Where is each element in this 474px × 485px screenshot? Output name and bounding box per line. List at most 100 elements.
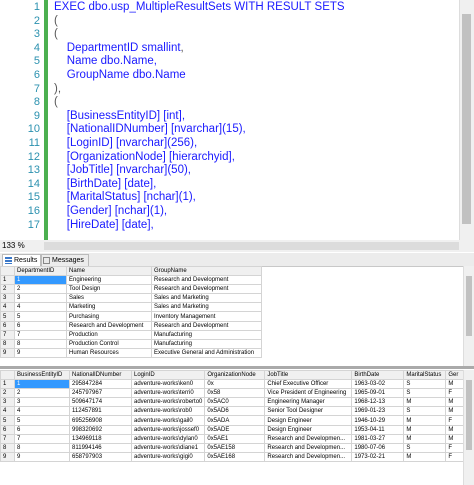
table-cell[interactable]: 9 [14,451,70,462]
table-cell[interactable]: Executive General and Administration [151,347,262,358]
row-number[interactable]: 6 [0,320,15,331]
table-cell[interactable]: 1963-03-02 [351,379,405,390]
table-cell[interactable]: S [403,388,447,399]
code-line[interactable]: [MaritalStatus] [nchar](1), [54,191,196,203]
column-header[interactable] [0,370,15,381]
zoom-level[interactable]: 133 % [2,241,25,250]
row-number[interactable]: 3 [0,293,15,304]
table-cell[interactable]: M [403,451,447,462]
column-header[interactable] [0,266,15,277]
table-cell[interactable]: 7 [14,329,67,340]
table-cell[interactable]: 998320692 [69,424,132,435]
table-cell[interactable]: adventure-works\terri0 [130,388,206,399]
table-cell[interactable]: 1980-07-06 [351,442,405,453]
table-cell[interactable]: 0x5AC0 [204,397,266,408]
code-line[interactable]: DepartmentID smallint, [54,42,184,54]
code-line[interactable]: ( [54,96,58,108]
table-cell[interactable]: 112457891 [69,406,132,417]
table-cell[interactable]: 3 [14,397,70,408]
table-cell[interactable]: 7 [14,433,70,444]
table-cell[interactable]: 0x5AE168 [204,451,266,462]
table-cell[interactable]: S [403,379,447,390]
table-cell[interactable]: 811994146 [69,442,132,453]
table-cell[interactable]: Research and Development [151,275,262,286]
table-cell[interactable]: Manufacturing [151,329,262,340]
table-row[interactable]: 1 1 295847284 adventure-works\ken0 0x Chief E… [0,379,467,390]
grid2-scroll-thumb[interactable] [466,380,472,450]
row-number[interactable]: 6 [0,424,15,435]
code-line[interactable]: [JobTitle] [nvarchar](50), [54,164,191,176]
code-line[interactable]: [LoginID] [nvarchar](256), [54,137,197,149]
table-cell[interactable]: 1981-03-27 [351,433,405,444]
table-cell[interactable]: 134969118 [69,433,132,444]
table-cell[interactable]: 0x5ADA [204,415,266,426]
table-cell[interactable]: 3 [14,293,67,304]
table-cell[interactable]: 9 [14,347,67,358]
table-row[interactable]: 8 8 811994146 adventure-works\diane1 0x5AE15… [0,442,467,453]
table-cell[interactable]: Marketing [66,302,152,313]
table-cell[interactable]: adventure-works\diane1 [130,442,206,453]
table-cell[interactable]: 1946-10-29 [351,415,405,426]
row-number[interactable]: 9 [0,451,15,462]
table-cell[interactable]: 4 [14,406,70,417]
row-number[interactable]: 5 [0,311,15,322]
table-cell[interactable]: Sales and Marketing [151,302,262,313]
table-row[interactable]: 4 4 112457891 adventure-works\rob0 0x5AD6 Sen… [0,406,467,417]
table-cell[interactable]: Research and Developmen... [264,451,353,462]
table-cell[interactable]: 5 [14,415,70,426]
table-row[interactable]: 4 4 Marketing Sales and Marketing [0,302,262,313]
row-number[interactable]: 4 [0,302,15,313]
table-cell[interactable]: 509647174 [69,397,132,408]
table-cell[interactable]: Sales [66,293,152,304]
table-cell[interactable]: adventure-works\gail0 [130,415,206,426]
code-line[interactable]: ), [54,83,61,95]
column-header[interactable]: DepartmentID [14,266,67,277]
grid1-scrollbar[interactable] [463,266,474,366]
result-grid-2[interactable]: BusinessEntityID NationalIDNumber LoginID O… [0,370,474,485]
table-cell[interactable]: 8 [14,338,67,349]
table-cell[interactable]: Chief Executive Officer [264,379,353,390]
table-cell[interactable]: Production Control [66,338,152,349]
table-cell[interactable]: 6 [14,320,67,331]
table-row[interactable]: 9 9 658797903 adventure-works\gigi0 0x5AE168… [0,451,467,462]
table-cell[interactable]: 1 [14,379,70,390]
table-cell[interactable]: Senior Tool Designer [264,406,353,417]
table-cell[interactable]: 0x58 [204,388,266,399]
table-row[interactable]: 1 1 Engineering Research and Development [0,275,262,286]
table-cell[interactable]: 0x5AE158 [204,442,266,453]
table-cell[interactable]: adventure-works\ken0 [130,379,206,390]
editor-vertical-scrollbar[interactable] [459,0,474,240]
code-line[interactable]: [HireDate] [date], [54,219,154,231]
table-cell[interactable]: 0x5ADE [204,424,266,435]
table-cell[interactable]: 8 [14,442,70,453]
table-row[interactable]: 2 2 245797967 adventure-works\terri0 0x58 Vic… [0,388,467,399]
table-cell[interactable]: M [403,397,447,408]
table-cell[interactable]: Tool Design [66,284,152,295]
table-cell[interactable]: Vice President of Engineering [264,388,353,399]
table-cell[interactable]: adventure-works\roberto0 [130,397,206,408]
table-cell[interactable]: S [403,406,447,417]
table-cell[interactable]: 658797903 [69,451,132,462]
row-number[interactable]: 7 [0,433,15,444]
table-cell[interactable]: 2 [14,388,70,399]
row-number[interactable]: 9 [0,347,15,358]
code-line[interactable]: ( [54,15,58,27]
table-cell[interactable]: S [403,442,447,453]
table-cell[interactable]: 295847284 [69,379,132,390]
row-number[interactable]: 7 [0,329,15,340]
grid1-scroll-thumb[interactable] [466,276,472,336]
table-cell[interactable]: Engineering Manager [264,397,353,408]
table-cell[interactable]: 5 [14,311,67,322]
column-header[interactable]: OrganizationNode [204,370,266,381]
code-line[interactable]: [BusinessEntityID] [int], [54,110,185,122]
table-cell[interactable]: 6 [14,424,70,435]
table-cell[interactable]: 1973-02-21 [351,451,405,462]
table-row[interactable]: 3 3 509647174 adventure-works\roberto0 0x5AC… [0,397,467,408]
table-cell[interactable]: Engineering [66,275,152,286]
table-cell[interactable]: Research and Development [151,320,262,331]
table-row[interactable]: 2 2 Tool Design Research and Development [0,284,262,295]
table-cell[interactable]: Sales and Marketing [151,293,262,304]
table-cell[interactable]: adventure-works\dylan0 [130,433,206,444]
table-cell[interactable]: Production [66,329,152,340]
row-number[interactable]: 2 [0,388,15,399]
